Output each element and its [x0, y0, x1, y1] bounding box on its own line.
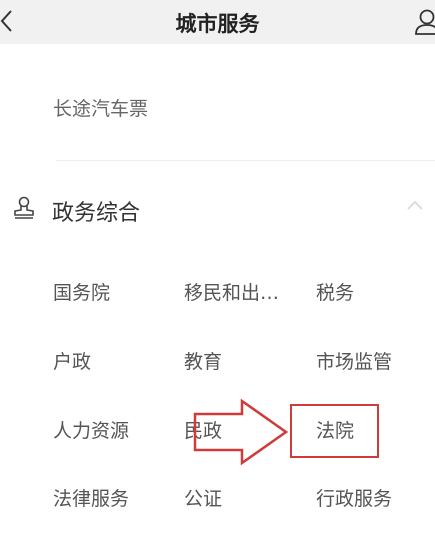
- service-item[interactable]: 户政: [53, 347, 91, 374]
- service-item[interactable]: 教育: [184, 347, 222, 374]
- highlight-box: [290, 404, 379, 458]
- service-item[interactable]: 国务院: [53, 278, 110, 305]
- service-item-long-distance-bus-ticket[interactable]: 长途汽车票: [53, 94, 148, 121]
- service-item[interactable]: 法律服务: [53, 484, 129, 511]
- service-item[interactable]: 税务: [316, 278, 354, 305]
- stamp-icon: [14, 196, 34, 219]
- service-item[interactable]: 人力资源: [53, 416, 129, 443]
- user-icon[interactable]: [413, 7, 435, 37]
- service-item[interactable]: 行政服务: [316, 484, 392, 511]
- chevron-up-icon[interactable]: [405, 198, 425, 212]
- top-nav-bar: 城市服务: [0, 0, 435, 44]
- service-item[interactable]: 移民和出…: [184, 278, 279, 305]
- section-divider: [56, 160, 435, 161]
- service-item[interactable]: 公证: [184, 484, 222, 511]
- page-title: 城市服务: [175, 12, 260, 36]
- service-item[interactable]: 市场监管: [316, 347, 392, 374]
- arrow-right-icon: [193, 398, 289, 466]
- section-title: 政务综合: [52, 201, 141, 226]
